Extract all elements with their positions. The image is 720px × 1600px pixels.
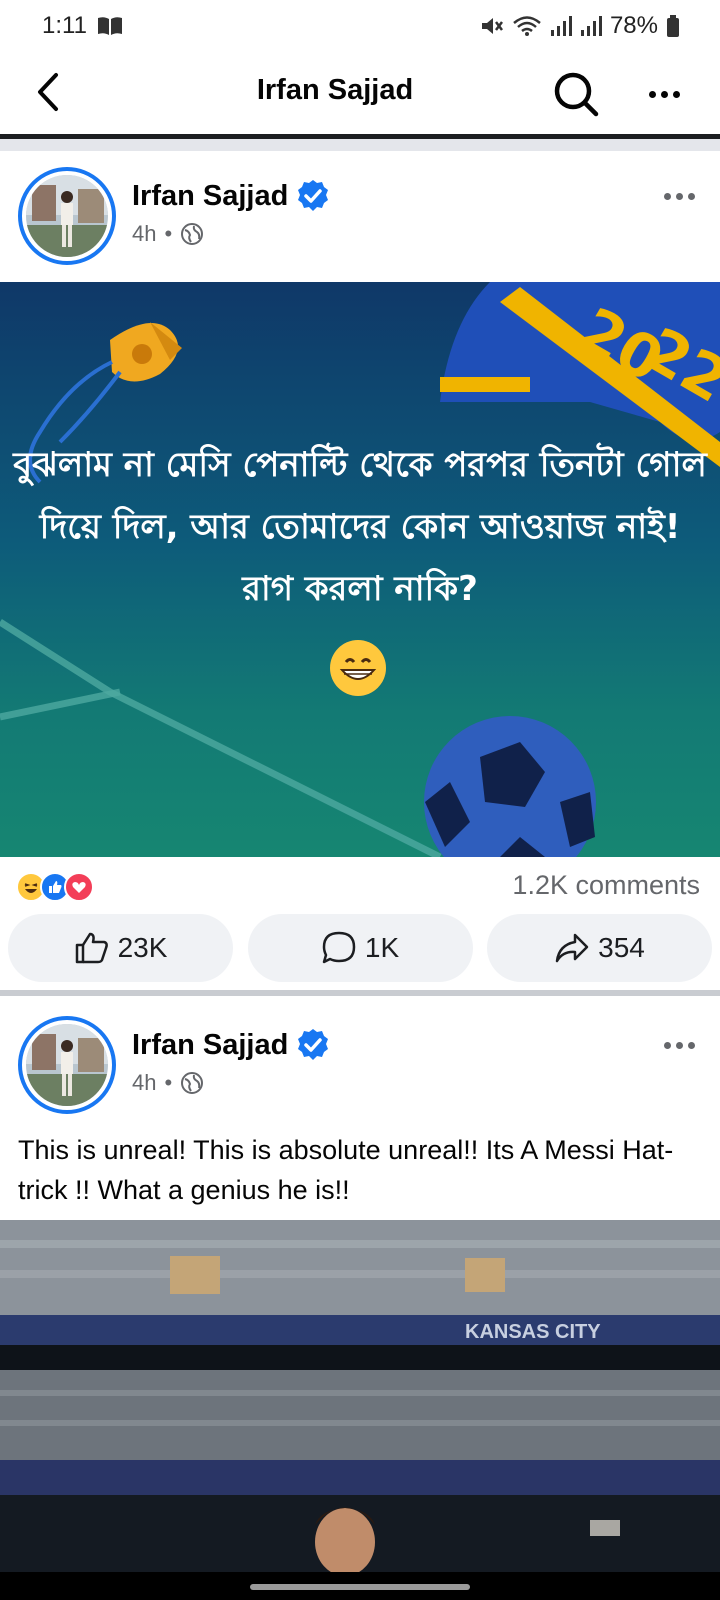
comments-count-link[interactable]: 1.2K comments [512, 870, 700, 901]
post-meta: 4h • [132, 1070, 204, 1096]
status-bar: 1:11 78% [0, 0, 720, 52]
wifi-icon [513, 16, 541, 36]
globe-icon [181, 1072, 204, 1094]
like-button[interactable]: 23K [8, 914, 233, 982]
reactions-row: 1.2K comments [0, 858, 720, 914]
signal-icon [550, 16, 572, 36]
feed-separator [0, 139, 720, 151]
share-icon [555, 933, 589, 963]
verified-badge-icon [298, 1029, 329, 1060]
home-gesture-handle[interactable] [250, 1584, 470, 1590]
signal-icon-2 [580, 16, 602, 36]
comment-icon [322, 931, 356, 964]
stadium-photo: KANSAS CITY [0, 1220, 720, 1572]
battery-icon [667, 15, 679, 37]
battery-level: 78% [609, 12, 658, 39]
search-button[interactable] [552, 70, 600, 118]
post-image[interactable]: KANSAS CITY [0, 1220, 720, 1572]
more-icon [664, 193, 671, 200]
reaction-icons[interactable] [16, 872, 94, 902]
author-name: Irfan Sajjad [132, 179, 289, 212]
post-time: 4h [132, 1070, 157, 1095]
top-navigation: Irfan Sajjad [0, 52, 720, 134]
post-actions: 23K 1K 354 [0, 914, 720, 982]
search-icon [554, 72, 599, 117]
mute-icon [481, 18, 503, 34]
share-count: 354 [598, 932, 645, 963]
like-count: 23K [117, 932, 168, 963]
post-header: Irfan Sajjad 4h • [0, 1000, 720, 1130]
share-button[interactable]: 354 [487, 914, 712, 982]
stadium-sign-text: KANSAS CITY [465, 1321, 601, 1343]
more-icon [664, 1042, 671, 1049]
post-text: This is unreal! This is absolute unreal!… [18, 1135, 674, 1205]
post-options-button[interactable] [664, 1042, 695, 1049]
author-name: Irfan Sajjad [132, 1028, 289, 1061]
football-graphic [424, 716, 596, 857]
avatar[interactable] [18, 1016, 116, 1114]
post-author[interactable]: Irfan Sajjad [132, 179, 330, 213]
profile-photo [26, 175, 108, 257]
system-navigation-bar [0, 1572, 720, 1600]
post-time: 4h [132, 221, 157, 246]
comment-count: 1K [364, 932, 400, 963]
feed-separator [0, 990, 720, 996]
more-icon [648, 90, 656, 98]
post-image[interactable]: 20 22 বুঝলাম না মেসি পেনাল্টি থেকে পরপর … [0, 282, 720, 857]
more-options-button[interactable] [640, 72, 688, 116]
post-author[interactable]: Irfan Sajjad [132, 1028, 330, 1062]
status-time: 1:11 [42, 12, 87, 39]
love-reaction-icon [64, 872, 94, 902]
post-options-button[interactable] [664, 193, 695, 200]
post-image-text: বুঝলাম না মেসি পেনাল্টি থেকে পরপর তিনটা … [13, 445, 707, 609]
avatar[interactable] [18, 167, 116, 265]
grinning-emoji-icon [330, 640, 386, 696]
profile-photo [26, 1024, 108, 1106]
thumbs-up-icon [75, 932, 108, 964]
globe-icon [181, 223, 204, 245]
post-meta: 4h • [132, 221, 204, 247]
comment-button[interactable]: 1K [247, 914, 473, 982]
book-icon [97, 17, 122, 35]
verified-badge-icon [298, 180, 329, 211]
post-header: Irfan Sajjad 4h • [0, 151, 720, 281]
